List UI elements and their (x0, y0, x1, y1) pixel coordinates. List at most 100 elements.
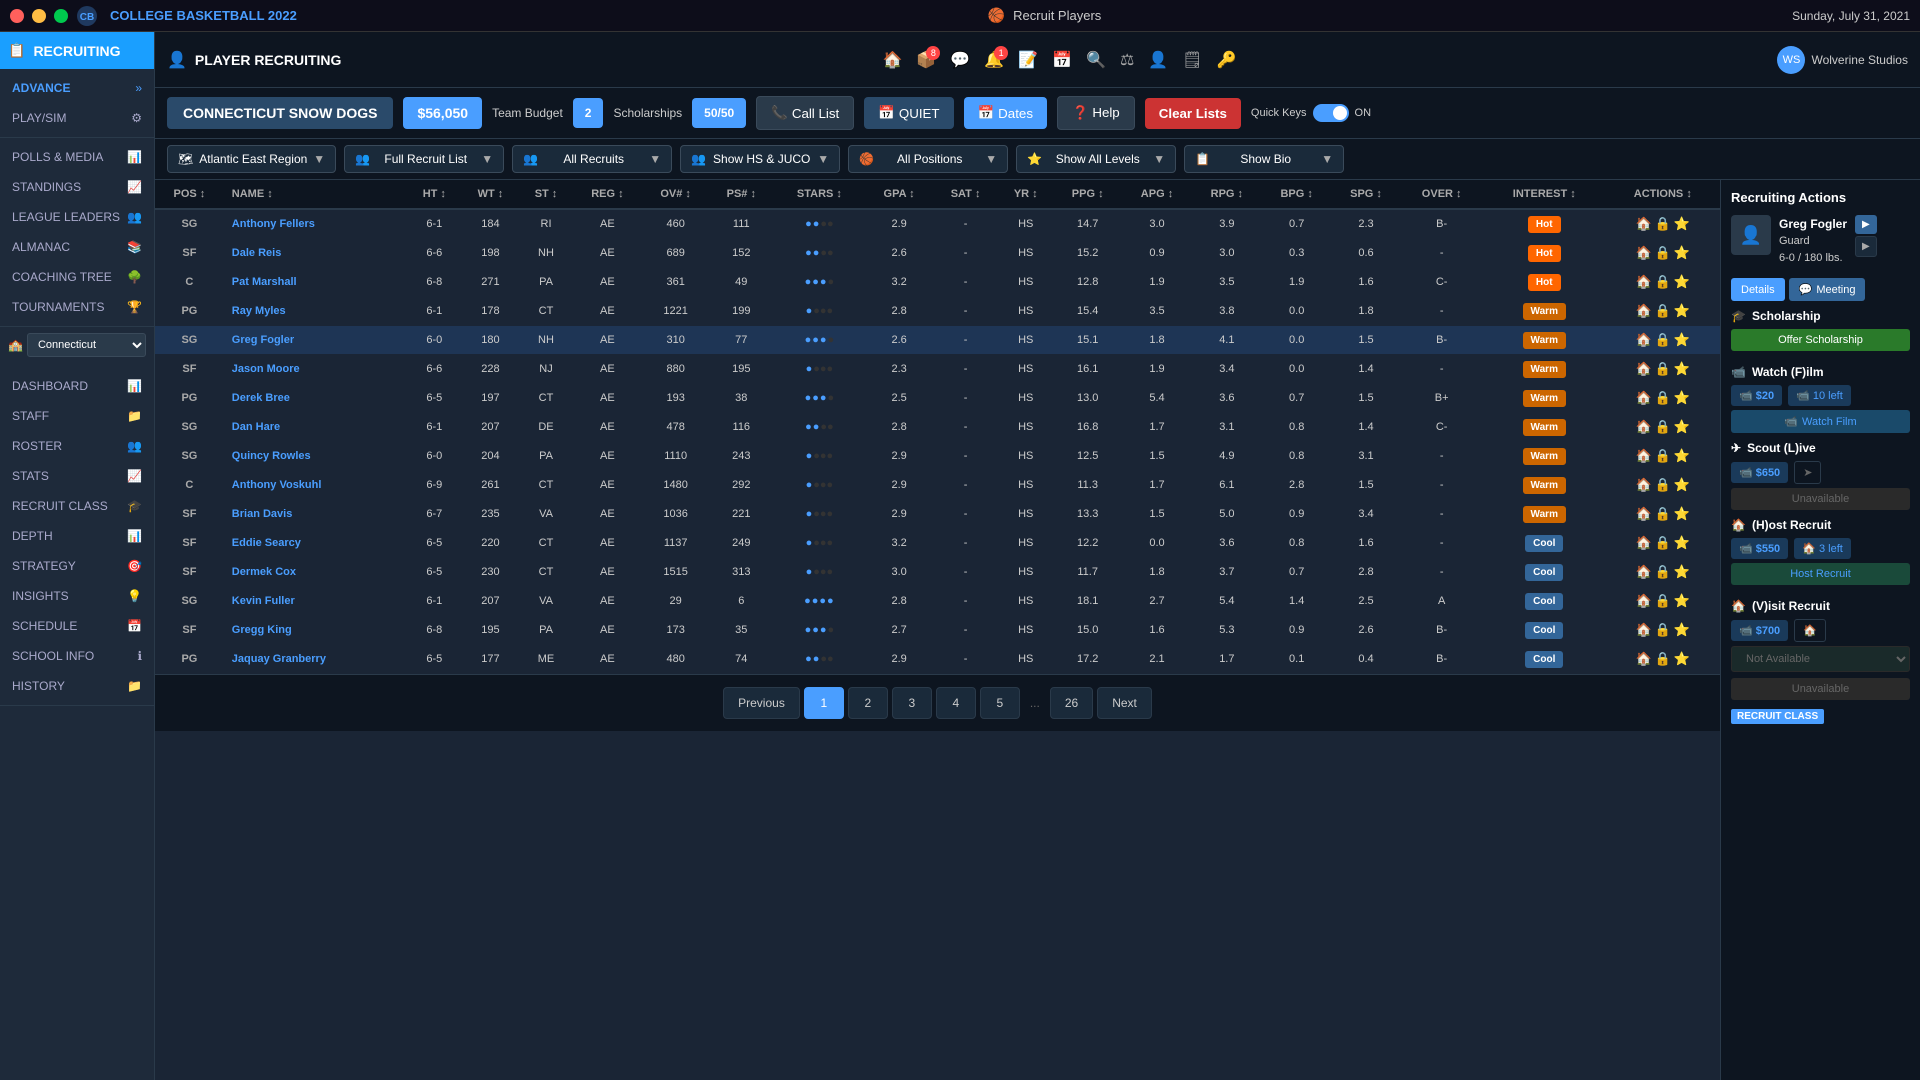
dates-button[interactable]: 📅 Dates (964, 97, 1047, 129)
action-lock-icon[interactable]: 🔒 (1655, 245, 1671, 261)
action-home-icon[interactable]: 🏠 (1636, 390, 1652, 406)
action-home-icon[interactable]: 🏠 (1636, 303, 1652, 319)
cell-name[interactable]: Derek Bree (224, 384, 408, 413)
col-yr[interactable]: YR ↕ (998, 180, 1053, 209)
sidebar-item-school-info[interactable]: SCHOOL INFO ℹ (0, 641, 154, 671)
action-lock-icon[interactable]: 🔒 (1655, 593, 1671, 609)
col-ov[interactable]: OV# ↕ (642, 180, 709, 209)
action-home-icon[interactable]: 🏠 (1636, 274, 1652, 290)
search-icon[interactable]: 🔍 (1086, 50, 1106, 70)
person-icon[interactable]: 👤 (1148, 50, 1168, 70)
col-interest[interactable]: INTEREST ↕ (1483, 180, 1606, 209)
col-rpg[interactable]: RPG ↕ (1192, 180, 1262, 209)
sidebar-item-staff[interactable]: STAFF 📁 (0, 401, 154, 431)
col-st[interactable]: ST ↕ (520, 180, 573, 209)
action-lock-icon[interactable]: 🔒 (1655, 361, 1671, 377)
sidebar-item-polls-media[interactable]: POLLS & MEDIA 📊 (0, 142, 154, 172)
table-row[interactable]: PG Jaquay Granberry 6-5 177 ME AE 480 74… (155, 645, 1720, 674)
table-row[interactable]: SF Dermek Cox 6-5 230 CT AE 1515 313 ●●●… (155, 558, 1720, 587)
previous-button[interactable]: Previous (723, 687, 800, 719)
action-home-icon[interactable]: 🏠 (1636, 622, 1652, 638)
page-5-button[interactable]: 5 (980, 687, 1020, 719)
action-star-icon[interactable]: ⭐ (1674, 506, 1690, 522)
col-over[interactable]: OVER ↕ (1400, 180, 1483, 209)
sidebar-item-strategy[interactable]: STRATEGY 🎯 (0, 551, 154, 581)
action-home-icon[interactable]: 🏠 (1636, 361, 1652, 377)
page-3-button[interactable]: 3 (892, 687, 932, 719)
action-star-icon[interactable]: ⭐ (1674, 651, 1690, 667)
col-ps[interactable]: PS# ↕ (709, 180, 774, 209)
team-select-dropdown[interactable]: Connecticut (27, 333, 146, 357)
col-reg[interactable]: REG ↕ (572, 180, 642, 209)
action-star-icon[interactable]: ⭐ (1674, 332, 1690, 348)
action-star-icon[interactable]: ⭐ (1674, 216, 1690, 232)
quiet-button[interactable]: 📅 QUIET (864, 97, 953, 129)
sidebar-item-schedule[interactable]: SCHEDULE 📅 (0, 611, 154, 641)
recruits-filter[interactable]: 👥 All Recruits ▼ (512, 145, 672, 173)
col-stars[interactable]: STARS ↕ (774, 180, 866, 209)
action-home-icon[interactable]: 🏠 (1636, 477, 1652, 493)
clear-lists-button[interactable]: Clear Lists (1145, 98, 1241, 129)
school-filter[interactable]: 👥 Show HS & JUCO ▼ (680, 145, 840, 173)
cell-name[interactable]: Pat Marshall (224, 268, 408, 297)
action-star-icon[interactable]: ⭐ (1674, 477, 1690, 493)
minimize-button[interactable] (32, 9, 46, 23)
notes-icon[interactable]: 🗒 (1182, 50, 1202, 70)
watch-film-button[interactable]: 📹 Watch Film (1731, 410, 1910, 433)
col-apg[interactable]: APG ↕ (1122, 180, 1192, 209)
action-star-icon[interactable]: ⭐ (1674, 274, 1690, 290)
action-star-icon[interactable]: ⭐ (1674, 390, 1690, 406)
table-row[interactable]: SG Dan Hare 6-1 207 DE AE 478 116 ●●●● 2… (155, 413, 1720, 442)
maximize-button[interactable] (54, 9, 68, 23)
notification-icon[interactable]: 🔔 1 (984, 50, 1004, 70)
cell-name[interactable]: Dan Hare (224, 413, 408, 442)
cell-name[interactable]: Jason Moore (224, 355, 408, 384)
offer-scholarship-button[interactable]: Offer Scholarship (1731, 329, 1910, 351)
action-home-icon[interactable]: 🏠 (1636, 593, 1652, 609)
col-spg[interactable]: SPG ↕ (1332, 180, 1401, 209)
action-lock-icon[interactable]: 🔒 (1655, 651, 1671, 667)
action-star-icon[interactable]: ⭐ (1674, 419, 1690, 435)
col-bpg[interactable]: BPG ↕ (1262, 180, 1332, 209)
action-star-icon[interactable]: ⭐ (1674, 593, 1690, 609)
action-home-icon[interactable]: 🏠 (1636, 535, 1652, 551)
action-lock-icon[interactable]: 🔒 (1655, 477, 1671, 493)
action-star-icon[interactable]: ⭐ (1674, 361, 1690, 377)
action-lock-icon[interactable]: 🔒 (1655, 419, 1671, 435)
table-row[interactable]: SG Anthony Fellers 6-1 184 RI AE 460 111… (155, 209, 1720, 239)
edit-icon[interactable]: 📝 (1018, 50, 1038, 70)
bio-filter[interactable]: 📋 Show Bio ▼ (1184, 145, 1344, 173)
cell-name[interactable]: Jaquay Granberry (224, 645, 408, 674)
host-recruit-button[interactable]: Host Recruit (1731, 563, 1910, 585)
sidebar-item-insights[interactable]: INSIGHTS 💡 (0, 581, 154, 611)
col-sat[interactable]: SAT ↕ (933, 180, 998, 209)
cell-name[interactable]: Anthony Fellers (224, 209, 408, 239)
table-row[interactable]: SG Quincy Rowles 6-0 204 PA AE 1110 243 … (155, 442, 1720, 471)
action-star-icon[interactable]: ⭐ (1674, 245, 1690, 261)
key-icon[interactable]: 🔑 (1217, 50, 1237, 70)
cell-name[interactable]: Brian Davis (224, 500, 408, 529)
action-home-icon[interactable]: 🏠 (1636, 245, 1652, 261)
action-star-icon[interactable]: ⭐ (1674, 564, 1690, 580)
action-home-icon[interactable]: 🏠 (1636, 651, 1652, 667)
col-gpa[interactable]: GPA ↕ (865, 180, 933, 209)
action-lock-icon[interactable]: 🔒 (1655, 506, 1671, 522)
sidebar-item-play-sim[interactable]: PLAY/SIM ⚙ (0, 103, 154, 133)
action-star-icon[interactable]: ⭐ (1674, 535, 1690, 551)
package-icon[interactable]: 📦 8 (916, 50, 936, 70)
action-lock-icon[interactable]: 🔒 (1655, 216, 1671, 232)
cell-name[interactable]: Quincy Rowles (224, 442, 408, 471)
table-row[interactable]: SF Dale Reis 6-6 198 NH AE 689 152 ●●●● … (155, 239, 1720, 268)
action-star-icon[interactable]: ⭐ (1674, 303, 1690, 319)
positions-filter[interactable]: 🏀 All Positions ▼ (848, 145, 1008, 173)
sidebar-recruiting-header[interactable]: 📋 RECRUITING (0, 32, 154, 69)
action-lock-icon[interactable]: 🔒 (1655, 535, 1671, 551)
page-26-button[interactable]: 26 (1050, 687, 1093, 719)
action-lock-icon[interactable]: 🔒 (1655, 274, 1671, 290)
visit-send-button[interactable]: 🏠 (1794, 619, 1826, 642)
table-row[interactable]: C Pat Marshall 6-8 271 PA AE 361 49 ●●●●… (155, 268, 1720, 297)
recruit-side-btn-2[interactable]: ▶ (1855, 236, 1877, 257)
region-filter[interactable]: 🗺 Atlantic East Region ▼ (167, 145, 336, 173)
sidebar-item-tournaments[interactable]: TOURNAMENTS 🏆 (0, 292, 154, 322)
action-home-icon[interactable]: 🏠 (1636, 332, 1652, 348)
